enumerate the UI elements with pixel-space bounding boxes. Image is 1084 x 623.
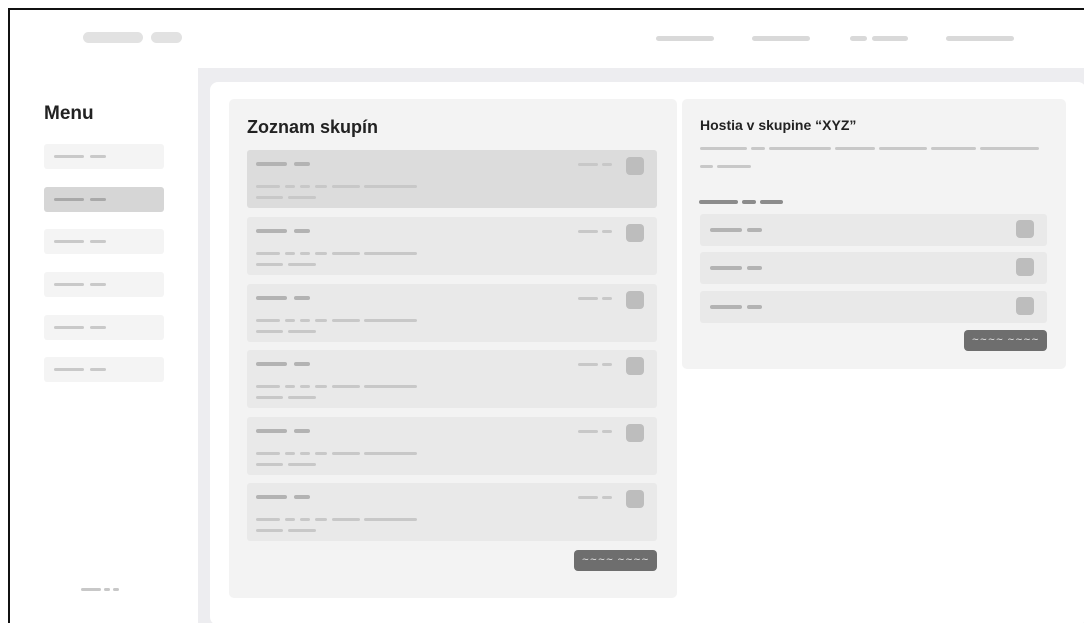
guest-description-line xyxy=(751,147,765,150)
guest-action-icon[interactable] xyxy=(1016,220,1034,238)
top-nav-item-3a[interactable] xyxy=(850,36,867,41)
group-item-1[interactable] xyxy=(247,150,657,208)
guest-description-line xyxy=(931,147,976,150)
top-nav-item-1[interactable] xyxy=(656,36,714,41)
guest-description-line xyxy=(769,147,831,150)
sidebar-item-1[interactable] xyxy=(44,144,164,169)
group-list-title: Zoznam skupín xyxy=(247,117,379,137)
group-item-6[interactable] xyxy=(247,483,657,541)
app-window: Menu Zoznam skupín ~~~~ ~~~~ Hostia v sk… xyxy=(8,8,1084,623)
guest-description-line xyxy=(980,147,1039,150)
guest-item-3[interactable] xyxy=(700,291,1047,323)
sidebar-footer-link-3[interactable] xyxy=(113,588,119,591)
logo-placeholder-secondary xyxy=(151,32,182,43)
sidebar-item-6[interactable] xyxy=(44,357,164,382)
guest-action-icon[interactable] xyxy=(1016,297,1034,315)
guest-list-title: Hostia v skupine “XYZ” xyxy=(700,117,857,133)
sidebar-footer-link-2[interactable] xyxy=(104,588,110,591)
group-action-icon[interactable] xyxy=(626,424,644,442)
group-list-action-button[interactable]: ~~~~ ~~~~ xyxy=(574,550,657,571)
sidebar-item-2[interactable] xyxy=(44,187,164,212)
guest-item-2[interactable] xyxy=(700,252,1047,284)
sidebar-item-5[interactable] xyxy=(44,315,164,340)
guest-description-line xyxy=(835,147,875,150)
sidebar-item-3[interactable] xyxy=(44,229,164,254)
guest-action-icon[interactable] xyxy=(1016,258,1034,276)
guest-description-line xyxy=(700,165,713,168)
group-item-2[interactable] xyxy=(247,217,657,275)
group-item-4[interactable] xyxy=(247,350,657,408)
guest-description-line xyxy=(700,147,747,150)
sidebar-item-4[interactable] xyxy=(44,272,164,297)
sidebar-title: Menu xyxy=(44,103,94,124)
top-nav-item-4[interactable] xyxy=(946,36,1014,41)
guest-list-action-button[interactable]: ~~~~ ~~~~ xyxy=(964,330,1047,351)
group-item-3[interactable] xyxy=(247,284,657,342)
group-action-icon[interactable] xyxy=(626,357,644,375)
top-nav-item-2[interactable] xyxy=(752,36,810,41)
guest-subheading xyxy=(742,200,756,204)
guest-description-line xyxy=(879,147,927,150)
top-nav-item-3b[interactable] xyxy=(872,36,908,41)
group-action-icon[interactable] xyxy=(626,224,644,242)
group-action-icon[interactable] xyxy=(626,291,644,309)
guest-subheading xyxy=(699,200,738,204)
group-item-5[interactable] xyxy=(247,417,657,475)
guest-item-1[interactable] xyxy=(700,214,1047,246)
sidebar-footer-link[interactable] xyxy=(81,588,101,591)
group-action-icon[interactable] xyxy=(626,490,644,508)
logo-placeholder[interactable] xyxy=(83,32,143,43)
guest-subheading xyxy=(760,200,783,204)
group-action-icon[interactable] xyxy=(626,157,644,175)
guest-description-line xyxy=(717,165,751,168)
